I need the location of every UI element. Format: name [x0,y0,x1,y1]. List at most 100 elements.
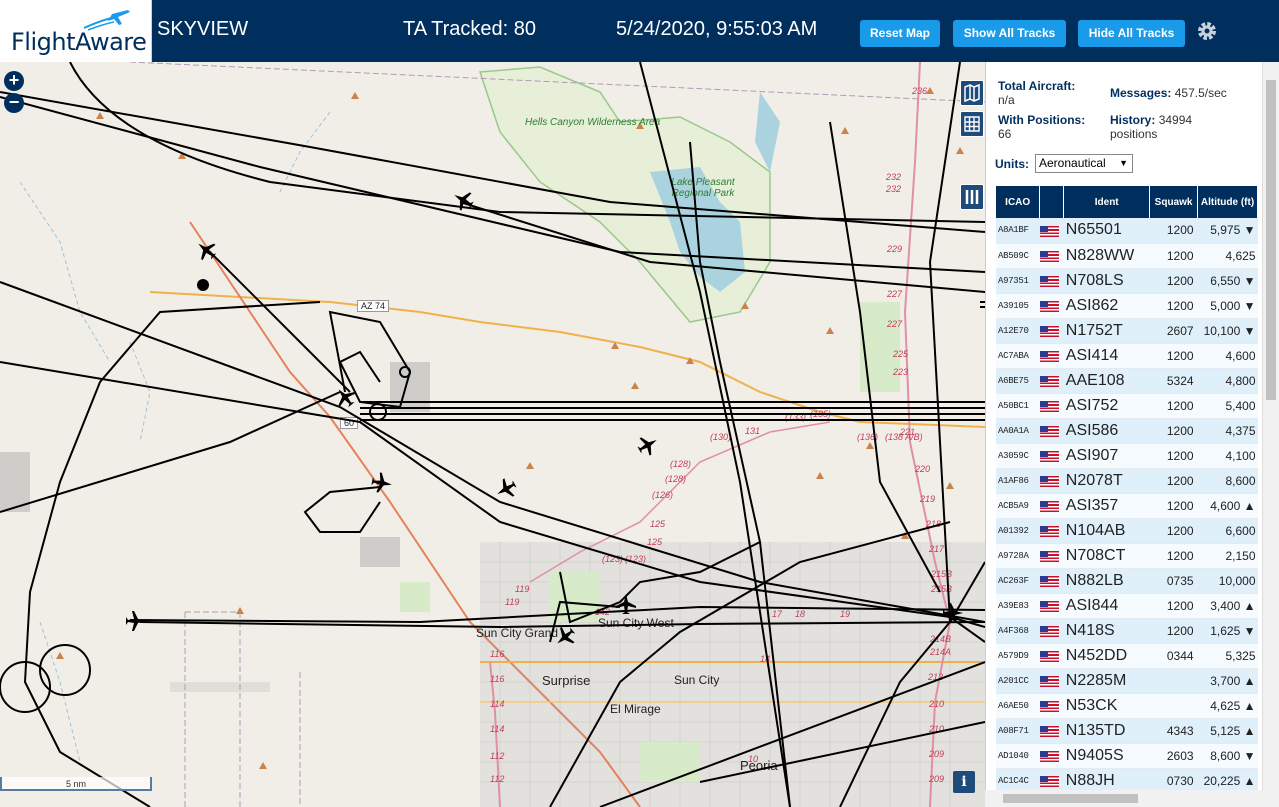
table-row[interactable]: A39105 ASI862 1200 5,000 ▼ [996,293,1258,319]
squawk-cell: 0344 [1149,643,1198,669]
table-row[interactable]: ACB5A9 ASI357 1200 4,600 ▲ [996,493,1258,519]
flag-cell [1039,268,1064,294]
ident-cell: ASI907 [1063,443,1150,469]
table-row[interactable]: A8A1BF N65501 1200 5,975 ▼ [996,218,1258,244]
table-row[interactable]: A3059C ASI907 1200 4,100 [996,443,1258,469]
ident-cell: AAE108 [1063,368,1150,394]
altitude-cell: 4,600 ▲ [1197,493,1258,519]
column-header[interactable]: Ident [1063,186,1151,218]
flag-cell [1039,618,1064,644]
table-row[interactable]: A39E83 ASI844 1200 3,400 ▲ [996,593,1258,619]
squawk-cell: 1200 [1149,518,1198,544]
flightaware-logo[interactable]: FlightAware [0,0,152,62]
table-row[interactable]: AB509C N828WW 1200 4,625 [996,243,1258,269]
ident-cell: N9405S [1063,743,1150,769]
grid-icon [964,116,980,132]
ident-cell: N53CK [1063,693,1150,719]
tracked-count: TA Tracked: 80 [403,18,537,40]
columns-button[interactable] [960,184,984,210]
flag-cell [1039,418,1064,444]
ident-cell: N882LB [1063,568,1150,594]
flag-cell [1039,343,1064,369]
map-canvas[interactable]: 236 232 232 229 227 227 225 223 221 220 219 218 … [0,62,985,807]
squawk-cell: 5324 [1149,368,1198,394]
altitude-cell: 8,600 ▼ [1197,743,1258,769]
table-row[interactable]: A201CC N2285M 3,700 ▲ [996,668,1258,694]
scroll-thumb[interactable] [1003,794,1138,803]
icao-cell: AD1040 [996,743,1040,769]
flight-tracks-layer [0,62,985,807]
zoom-out-button[interactable]: − [4,93,24,113]
squawk-cell: 4343 [1149,718,1198,744]
gear-icon[interactable] [1195,19,1219,43]
us-flag-icon [1039,725,1059,737]
map-grid-button[interactable] [960,111,984,137]
squawk-cell: 1200 [1149,493,1198,519]
ident-cell: N2078T [1063,468,1150,494]
squawk-cell: 1200 [1149,343,1198,369]
flag-cell [1039,718,1064,744]
ident-cell: N1752T [1063,318,1150,344]
altitude-cell: 10,000 [1197,568,1258,594]
column-header[interactable] [1039,186,1065,218]
ident-cell: ASI357 [1063,493,1150,519]
units-value: Aeronautical [1039,156,1106,170]
us-flag-icon [1039,425,1059,437]
icao-cell: A4F368 [996,618,1040,644]
table-row[interactable]: A12E70 N1752T 2607 10,100 ▼ [996,318,1258,344]
app-title: SKYVIEW [157,18,249,40]
table-row[interactable]: A50BC1 ASI752 1200 5,400 [996,393,1258,419]
squawk-cell: 2607 [1149,318,1198,344]
table-row[interactable]: A01392 N104AB 1200 6,600 [996,518,1258,544]
us-flag-icon [1039,450,1059,462]
icao-cell: A97351 [996,268,1040,294]
table-row[interactable]: A6AE50 N53CK 4,625 ▲ [996,693,1258,719]
aircraft-panel: Total Aircraft: n/a Messages: 457.5/sec … [985,62,1279,807]
us-flag-icon [1039,700,1059,712]
brand-name: FlightAware [11,28,147,56]
column-header[interactable]: Squawk [1149,186,1199,218]
show-all-tracks-button[interactable]: Show All Tracks [953,20,1066,47]
hide-all-tracks-button[interactable]: Hide All Tracks [1078,20,1185,47]
table-row[interactable]: AA0A1A ASI586 1200 4,375 [996,418,1258,444]
flag-cell [1039,318,1064,344]
icao-cell: AB509C [996,243,1040,269]
vertical-scrollbar[interactable] [1262,62,1279,790]
altitude-cell: 6,600 [1197,518,1258,544]
table-row[interactable]: A4F368 N418S 1200 1,625 ▼ [996,618,1258,644]
flag-cell [1039,543,1064,569]
info-button[interactable]: i [953,771,975,793]
units-select[interactable]: Aeronautical ▼ [1035,154,1133,173]
table-row[interactable]: AC7ABA ASI414 1200 4,600 [996,343,1258,369]
table-row[interactable]: A1AF86 N2078T 1200 8,600 [996,468,1258,494]
horizontal-scrollbar[interactable] [985,790,1279,807]
us-flag-icon [1039,250,1059,262]
scroll-thumb[interactable] [1266,80,1276,400]
table-row[interactable]: A6BE75 AAE108 5324 4,800 [996,368,1258,394]
table-row[interactable]: A579D9 N452DD 0344 5,325 [996,643,1258,669]
column-header[interactable]: ICAO [996,186,1041,218]
map-layers-button[interactable] [960,80,984,106]
table-row[interactable]: A9728A N708CT 1200 2,150 [996,543,1258,569]
us-flag-icon [1039,275,1059,287]
squawk-cell: 1200 [1149,293,1198,319]
reset-map-button[interactable]: Reset Map [860,20,940,47]
map-icon [964,83,980,103]
squawk-cell: 1200 [1149,243,1198,269]
us-flag-icon [1039,400,1059,412]
ident-cell: N708LS [1063,268,1150,294]
table-row[interactable]: AD1040 N9405S 2603 8,600 ▼ [996,743,1258,769]
table-row[interactable]: A97351 N708LS 1200 6,550 ▼ [996,268,1258,294]
altitude-cell: 4,375 [1197,418,1258,444]
column-header[interactable]: Altitude (ft) [1197,186,1258,218]
ident-cell: N65501 [1063,218,1150,244]
ident-cell: ASI844 [1063,593,1150,619]
table-row[interactable]: A08F71 N135TD 4343 5,125 ▲ [996,718,1258,744]
icao-cell: A12E70 [996,318,1040,344]
table-row[interactable]: AC263F N882LB 0735 10,000 [996,568,1258,594]
zoom-in-button[interactable]: + [4,71,24,91]
flag-cell [1039,393,1064,419]
flag-cell [1039,643,1064,669]
altitude-cell: 2,150 [1197,543,1258,569]
icao-cell: A6AE50 [996,693,1040,719]
